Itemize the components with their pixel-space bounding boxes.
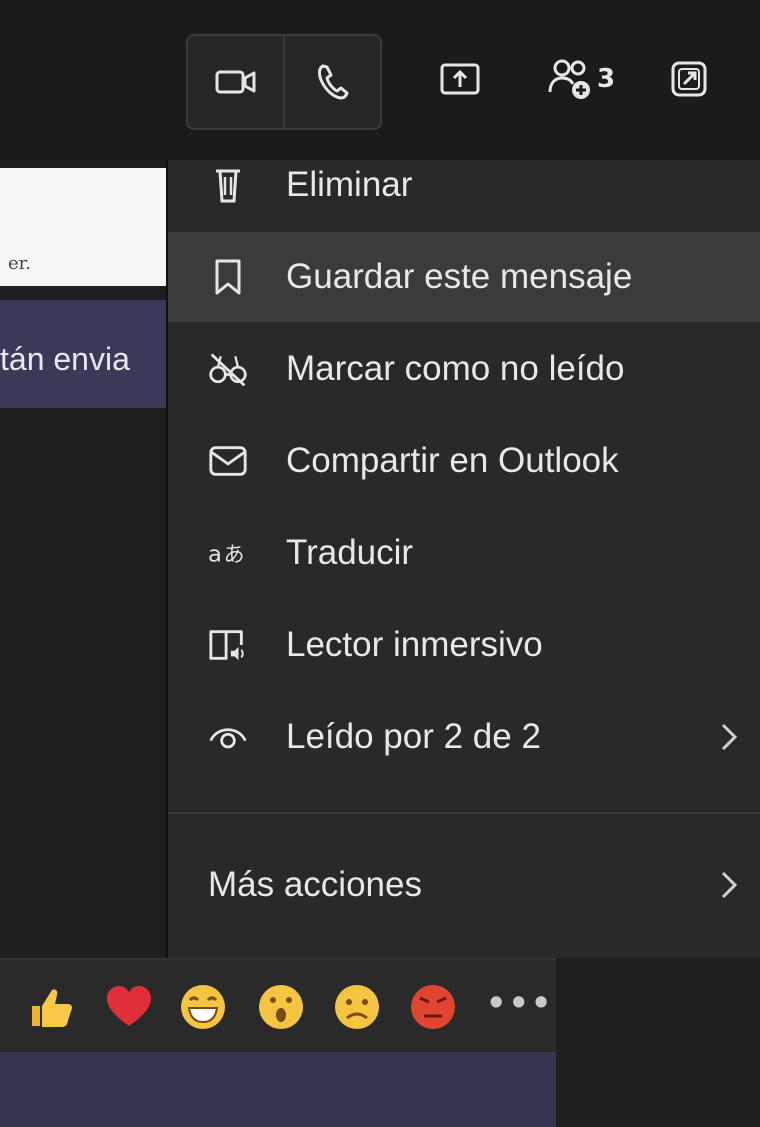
menu-item-label: Marcar como no leído xyxy=(286,349,625,388)
phone-icon xyxy=(317,64,348,100)
call-button-group xyxy=(186,34,382,130)
eye-icon xyxy=(208,717,248,757)
message-context-menu: Eliminar Guardar este mensaje Marcar com… xyxy=(166,160,760,960)
chevron-right-icon xyxy=(714,717,744,757)
heart-emoji[interactable] xyxy=(104,982,154,1032)
menu-item-label: Más acciones xyxy=(208,865,422,904)
chevron-right-icon xyxy=(714,865,744,905)
share-screen-icon xyxy=(440,63,480,95)
menu-item-traducir[interactable]: a あ Traducir xyxy=(168,508,760,598)
video-call-button[interactable] xyxy=(188,36,283,128)
menu-item-compartir-outlook[interactable]: Compartir en Outlook xyxy=(168,416,760,506)
chat-background-bottom xyxy=(556,958,760,1127)
menu-item-label: Leído por 2 de 2 xyxy=(286,717,541,756)
people-add-icon xyxy=(548,59,590,99)
trash-icon xyxy=(208,165,248,205)
message-snippet: er. xyxy=(8,253,32,274)
immersive-reader-icon xyxy=(208,625,248,665)
pop-out-button[interactable] xyxy=(664,54,714,104)
menu-item-lector-inmersivo[interactable]: Lector inmersivo xyxy=(168,600,760,690)
svg-text:あ: あ xyxy=(224,543,245,567)
menu-item-eliminar[interactable]: Eliminar xyxy=(168,140,760,230)
chat-background xyxy=(0,408,168,958)
menu-item-marcar-no-leido[interactable]: Marcar como no leído xyxy=(168,324,760,414)
video-camera-icon xyxy=(215,70,255,94)
menu-item-mas-acciones[interactable]: Más acciones xyxy=(168,840,760,930)
message-snippet-purple: tán envia xyxy=(0,341,130,377)
laugh-emoji[interactable] xyxy=(178,982,228,1032)
menu-item-label: Lector inmersivo xyxy=(286,625,543,664)
sad-emoji[interactable] xyxy=(332,982,382,1032)
menu-item-label: Traducir xyxy=(286,533,414,572)
angry-emoji[interactable] xyxy=(408,982,458,1032)
mail-icon xyxy=(208,441,248,481)
translate-icon: a あ xyxy=(208,533,248,573)
bookmark-icon xyxy=(208,257,248,297)
unread-glasses-icon xyxy=(208,349,248,389)
menu-item-label: Guardar este mensaje xyxy=(286,257,633,296)
menu-divider xyxy=(168,812,760,814)
menu-item-leido-por[interactable]: Leído por 2 de 2 xyxy=(168,692,760,782)
pop-out-icon xyxy=(671,61,707,97)
message-bubble-purple-bottom xyxy=(0,1052,556,1127)
surprised-emoji[interactable] xyxy=(256,982,306,1032)
svg-text:a: a xyxy=(208,542,222,568)
participants-count: 3 xyxy=(596,64,616,94)
audio-call-button[interactable] xyxy=(283,36,380,128)
menu-item-label: Eliminar xyxy=(286,165,413,204)
share-screen-button[interactable] xyxy=(432,54,488,104)
call-toolbar: 3 xyxy=(0,0,760,160)
menu-item-guardar[interactable]: Guardar este mensaje xyxy=(168,232,760,322)
menu-item-label: Compartir en Outlook xyxy=(286,441,619,480)
participants-button[interactable]: 3 xyxy=(536,54,626,104)
more-reactions-button[interactable]: ••• xyxy=(486,984,553,1022)
like-emoji[interactable] xyxy=(26,982,76,1032)
